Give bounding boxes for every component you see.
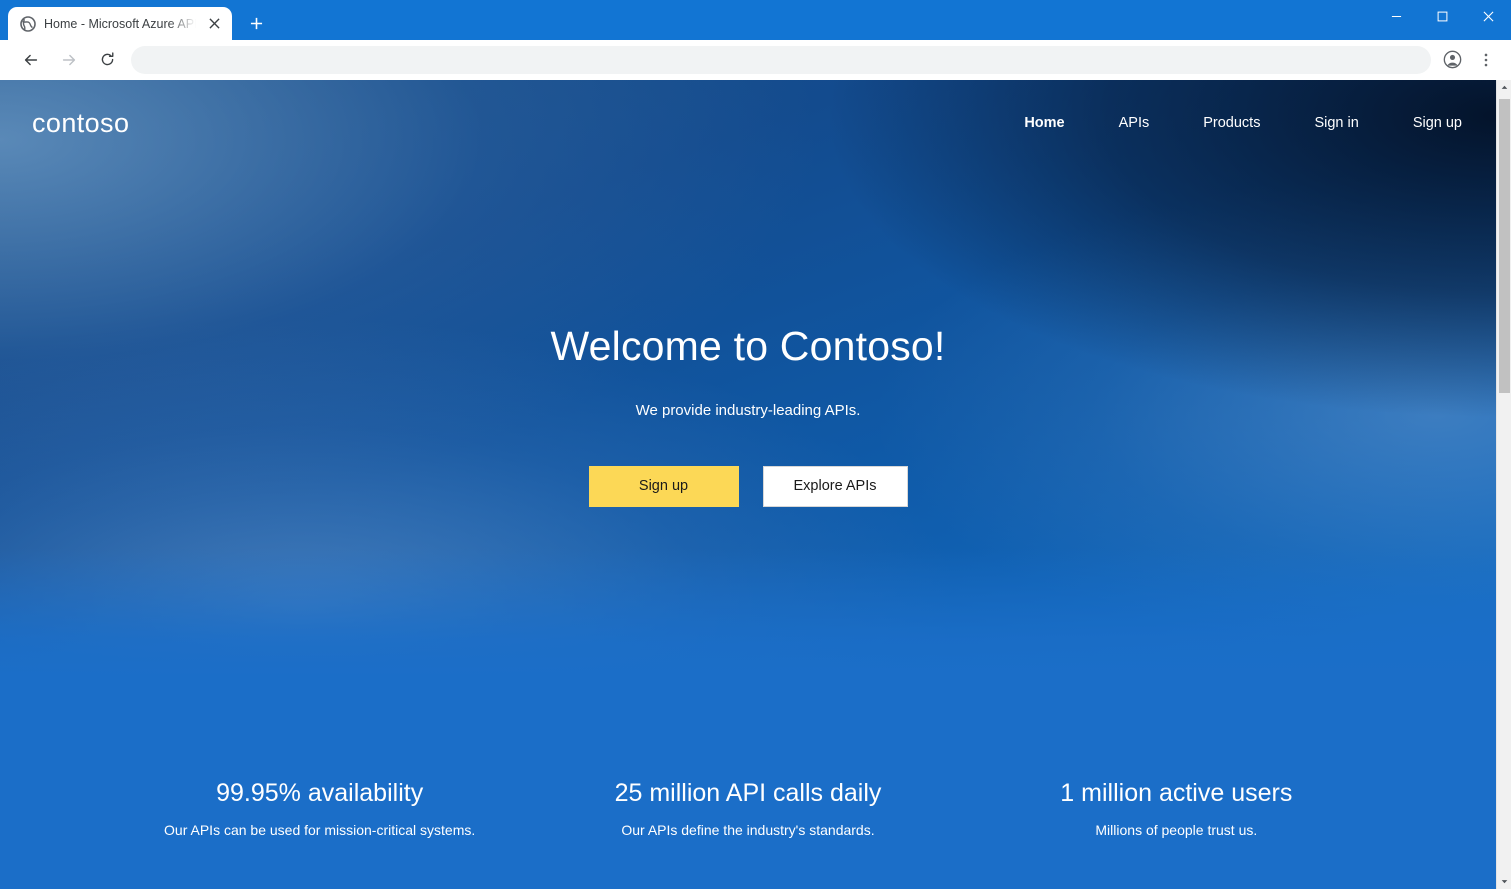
profile-icon[interactable] — [1438, 46, 1466, 74]
stat-description: Our APIs define the industry's standards… — [621, 822, 875, 838]
globe-icon — [20, 15, 36, 32]
stats-section: 99.95% availability Our APIs can be used… — [0, 678, 1496, 889]
close-icon[interactable] — [204, 14, 224, 34]
stat-title: 1 million active users — [1060, 779, 1293, 807]
window-close-button[interactable] — [1465, 0, 1511, 32]
nav-item-home[interactable]: Home — [1024, 109, 1064, 137]
stat-description: Our APIs can be used for mission-critica… — [164, 822, 476, 838]
scrollbar-thumb[interactable] — [1499, 99, 1510, 393]
browser-titlebar: Home - Microsoft Azure API Man — [0, 0, 1511, 40]
vertical-scrollbar[interactable] — [1496, 80, 1511, 889]
stats-row: 99.95% availability Our APIs can be used… — [106, 778, 1391, 838]
hero-title: Welcome to Contoso! — [550, 323, 946, 369]
back-icon[interactable] — [17, 46, 45, 74]
forward-icon — [55, 46, 83, 74]
page-viewport: contoso Home APIs Products Sign in Sign … — [0, 80, 1511, 889]
hero-section: Welcome to Contoso! We provide industry-… — [0, 80, 1496, 678]
browser-window: Home - Microsoft Azure API Man — [0, 0, 1511, 889]
window-maximize-button[interactable] — [1419, 0, 1465, 32]
stat-api-calls: 25 million API calls daily Our APIs defi… — [534, 778, 962, 838]
site-nav: Home APIs Products Sign in Sign up — [997, 109, 1462, 137]
address-bar[interactable] — [131, 45, 1431, 74]
stat-active-users: 1 million active users Millions of peopl… — [962, 778, 1390, 838]
browser-toolbar — [0, 40, 1511, 80]
reload-icon[interactable] — [93, 46, 121, 74]
window-minimize-button[interactable] — [1373, 0, 1419, 32]
nav-item-sign-up[interactable]: Sign up — [1413, 109, 1462, 137]
web-page: contoso Home APIs Products Sign in Sign … — [0, 80, 1496, 889]
hero-actions: Sign up Explore APIs — [588, 466, 908, 508]
site-logo[interactable]: contoso — [32, 109, 129, 137]
scroll-up-icon[interactable] — [1497, 80, 1511, 95]
site-header: contoso Home APIs Products Sign in Sign … — [0, 80, 1496, 166]
stat-description: Millions of people trust us. — [1095, 822, 1258, 838]
stat-title: 99.95% availability — [216, 779, 424, 807]
tab-strip: Home - Microsoft Azure API Man — [0, 0, 270, 40]
nav-item-sign-in[interactable]: Sign in — [1314, 109, 1358, 137]
toolbar-right-actions — [1435, 46, 1503, 74]
scroll-down-icon[interactable] — [1497, 874, 1511, 889]
window-controls — [1373, 0, 1511, 32]
browser-tab[interactable]: Home - Microsoft Azure API Man — [8, 7, 232, 40]
new-tab-button[interactable] — [242, 9, 270, 37]
stat-title: 25 million API calls daily — [614, 779, 882, 807]
tab-title: Home - Microsoft Azure API Man — [44, 16, 196, 31]
nav-item-products[interactable]: Products — [1203, 109, 1260, 137]
explore-apis-button[interactable]: Explore APIs — [762, 466, 908, 508]
browser-menu-icon[interactable] — [1472, 46, 1500, 74]
nav-item-apis[interactable]: APIs — [1119, 109, 1150, 137]
stat-availability: 99.95% availability Our APIs can be used… — [106, 778, 534, 838]
hero-subtitle: We provide industry-leading APIs. — [635, 402, 861, 420]
sign-up-button[interactable]: Sign up — [588, 466, 739, 508]
